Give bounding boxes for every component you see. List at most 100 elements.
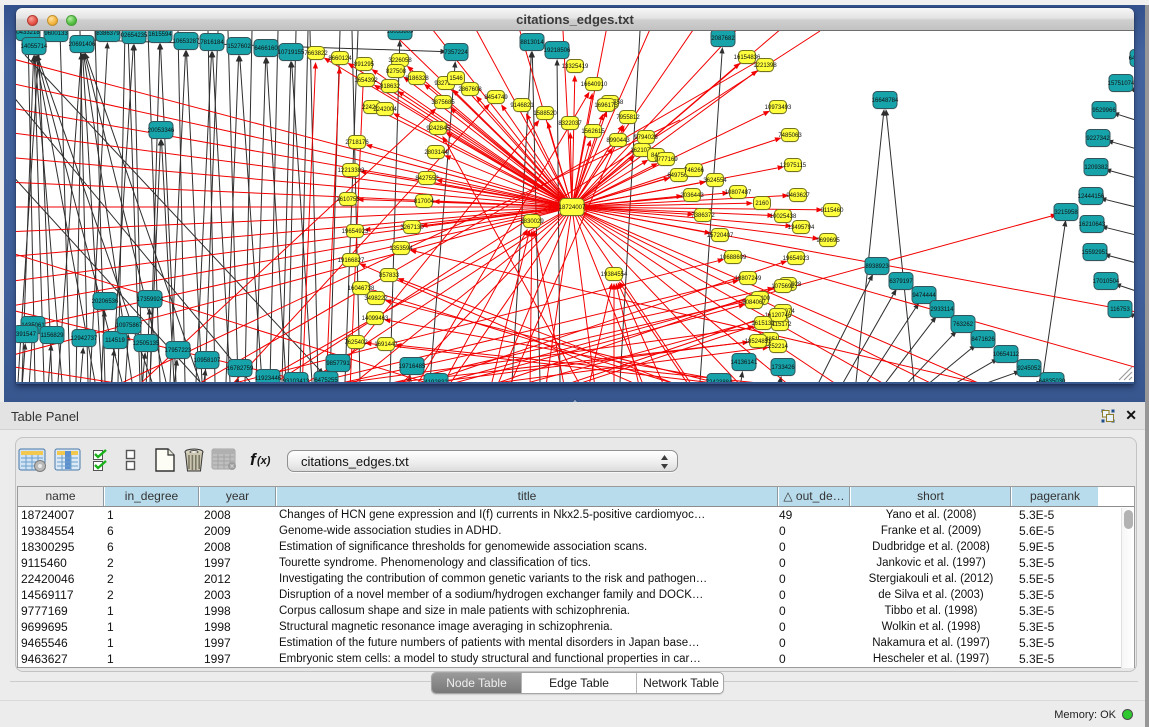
svg-text:10975867: 10975867 <box>116 323 143 329</box>
svg-text:10653287: 10653287 <box>173 39 200 45</box>
svg-text:12942737: 12942737 <box>71 336 98 342</box>
svg-text:3624554: 3624554 <box>703 178 727 184</box>
svg-text:13325419: 13325419 <box>562 64 589 70</box>
svg-text:8322037: 8322037 <box>558 121 582 127</box>
svg-text:1156829: 1156829 <box>41 333 65 339</box>
svg-text:7663822: 7663822 <box>304 51 328 57</box>
svg-text:15592951: 15592951 <box>1082 250 1109 256</box>
svg-text:7357224: 7357224 <box>444 50 468 56</box>
svg-text:1209382: 1209382 <box>1084 165 1108 171</box>
svg-text:1733426: 1733426 <box>771 365 795 371</box>
svg-text:3226058: 3226058 <box>388 58 412 64</box>
svg-text:8386379: 8386379 <box>96 31 120 37</box>
svg-text:16782759: 16782759 <box>227 366 254 372</box>
svg-text:116753: 116753 <box>1110 307 1130 313</box>
svg-text:15751074: 15751074 <box>1108 81 1134 87</box>
svg-text:18724007: 18724007 <box>559 205 586 211</box>
svg-text:1830029: 1830029 <box>520 219 544 225</box>
svg-text:19218506: 19218506 <box>544 48 571 54</box>
svg-text:817004: 817004 <box>414 199 435 205</box>
svg-text:93103413: 93103413 <box>283 379 310 382</box>
svg-text:2087682: 2087682 <box>711 36 735 42</box>
svg-text:19654923: 19654923 <box>342 229 369 235</box>
svg-text:2803144: 2803144 <box>424 150 448 156</box>
svg-text:1353594: 1353594 <box>389 246 413 252</box>
svg-text:9600133: 9600133 <box>44 31 68 37</box>
svg-text:19384554: 19384554 <box>601 272 628 278</box>
svg-text:12975115: 12975115 <box>780 163 807 169</box>
svg-text:7955812: 7955812 <box>616 115 640 121</box>
svg-text:17359924: 17359924 <box>137 297 164 303</box>
svg-text:2242004: 2242004 <box>373 107 397 113</box>
svg-text:12444156: 12444156 <box>1078 194 1105 200</box>
svg-text:7386372: 7386372 <box>691 213 715 219</box>
svg-text:9777169: 9777169 <box>654 157 678 163</box>
svg-text:7816184: 7816184 <box>200 40 224 46</box>
svg-text:11923446: 11923446 <box>255 376 282 382</box>
svg-text:12505135: 12505135 <box>133 341 160 347</box>
svg-text:20691406: 20691406 <box>69 42 96 48</box>
svg-text:14136141: 14136141 <box>731 360 758 366</box>
svg-text:4192832: 4192832 <box>424 380 448 382</box>
svg-text:1691447: 1691447 <box>374 342 398 348</box>
svg-text:1527602: 1527602 <box>227 44 251 50</box>
svg-text:9794028: 9794028 <box>634 135 658 141</box>
svg-text:8454749: 8454749 <box>484 95 508 101</box>
svg-text:15720407: 15720407 <box>707 233 734 239</box>
svg-text:20053346: 20053346 <box>148 128 175 134</box>
svg-text:6466160: 6466160 <box>254 46 278 52</box>
svg-text:1588520: 1588520 <box>533 111 557 117</box>
svg-text:14055714: 14055714 <box>21 44 48 50</box>
svg-text:17957223: 17957223 <box>165 348 192 354</box>
svg-text:16210643: 16210643 <box>1079 222 1106 228</box>
svg-text:8471626: 8471626 <box>971 337 995 343</box>
svg-text:1075692: 1075692 <box>771 284 795 290</box>
svg-text:9857791: 9857791 <box>326 361 350 367</box>
svg-text:12213383: 12213383 <box>338 168 365 174</box>
svg-text:9699695: 9699695 <box>816 238 840 244</box>
svg-text:9115460: 9115460 <box>821 208 845 214</box>
svg-text:9242845: 9242845 <box>426 126 450 132</box>
svg-text:3267130: 3267130 <box>400 225 424 231</box>
svg-text:(x): (x) <box>257 455 271 467</box>
svg-text:16640910: 16640910 <box>581 82 608 88</box>
svg-text:10719155: 10719155 <box>278 50 305 56</box>
svg-text:10958107: 10958107 <box>194 358 221 364</box>
svg-text:13495794: 13495794 <box>788 225 815 231</box>
svg-text:746266: 746266 <box>684 168 705 174</box>
svg-text:20206536: 20206536 <box>92 299 119 305</box>
svg-text:10688609: 10688609 <box>720 255 747 261</box>
svg-text:19166827: 19166827 <box>338 258 365 264</box>
svg-text:391547: 391547 <box>16 332 37 338</box>
svg-text:891295: 891295 <box>354 62 375 68</box>
svg-text:19654923: 19654923 <box>783 256 810 262</box>
svg-text:2036443: 2036443 <box>680 193 704 199</box>
svg-text:818632: 818632 <box>380 84 401 90</box>
svg-text:1546: 1546 <box>449 76 463 82</box>
svg-text:9227342: 9227342 <box>1086 136 1110 142</box>
svg-text:8813014: 8813014 <box>520 40 544 46</box>
svg-text:8660124: 8660124 <box>328 56 352 62</box>
svg-text:857833: 857833 <box>379 273 400 279</box>
svg-text:3498222: 3498222 <box>364 296 388 302</box>
svg-text:763262: 763262 <box>953 322 974 328</box>
svg-text:16033809: 16033809 <box>387 31 414 35</box>
svg-text:02654235: 02654235 <box>121 33 148 39</box>
svg-text:8990443: 8990443 <box>606 138 630 144</box>
svg-text:1654392: 1654392 <box>354 78 378 84</box>
svg-text:6379197: 6379197 <box>889 279 913 285</box>
svg-text:7625402: 7625402 <box>344 340 368 346</box>
svg-text:64835030: 64835030 <box>1039 379 1066 382</box>
svg-text:1615594: 1615594 <box>148 32 172 38</box>
svg-text:9463627: 9463627 <box>786 193 810 199</box>
svg-text:16648784: 16648784 <box>872 98 899 104</box>
svg-text:7485063: 7485063 <box>778 133 802 139</box>
svg-text:8427552: 8427552 <box>415 176 439 182</box>
svg-text:3875685: 3875685 <box>431 100 455 106</box>
svg-text:827508: 827508 <box>386 69 407 75</box>
svg-text:18524851: 18524851 <box>745 339 772 345</box>
svg-text:10973493: 10973493 <box>765 105 792 111</box>
svg-text:9084067: 9084067 <box>742 300 766 306</box>
svg-text:1696175: 1696175 <box>594 103 618 109</box>
svg-text:72423884: 72423884 <box>706 380 733 382</box>
